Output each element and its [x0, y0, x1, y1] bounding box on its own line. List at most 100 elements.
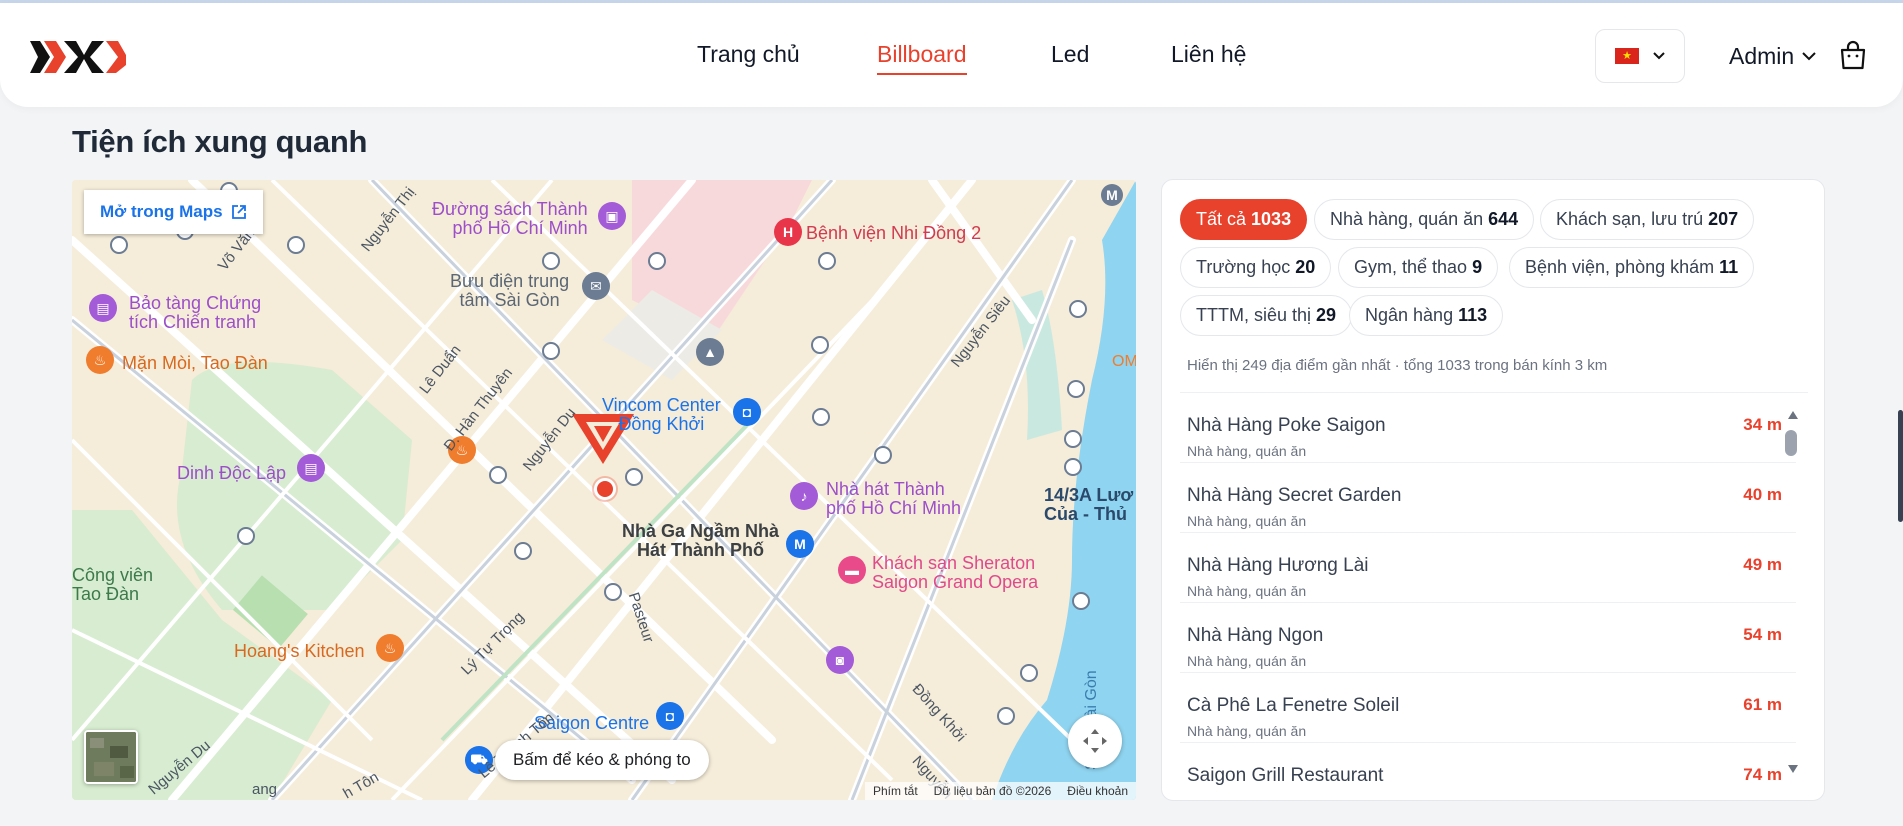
scroll-down-arrow-icon[interactable]	[1787, 764, 1799, 774]
nav-lien-he[interactable]: Liên hệ	[1171, 41, 1246, 68]
language-selector[interactable]: ★	[1595, 29, 1685, 83]
map-label: Khách sạn Sheraton Saigon Grand Opera	[872, 553, 1039, 592]
section-title: Tiện ích xung quanh	[72, 124, 368, 159]
filter-chip-hotel[interactable]: Khách sạn, lưu trú 207	[1540, 199, 1755, 240]
bus-stop-icon[interactable]	[1064, 458, 1082, 476]
filter-chip-mall[interactable]: TTTM, siêu thị 29	[1180, 295, 1353, 336]
theater-icon[interactable]: ♪	[790, 482, 818, 510]
bus-stop-icon[interactable]	[287, 236, 305, 254]
knx-logo[interactable]	[30, 35, 126, 75]
drag-zoom-hint[interactable]: Bấm để kéo & phóng to	[495, 740, 709, 780]
map-label: Bưu điện trung tâm Sài Gòn	[450, 271, 570, 310]
map-label: Bệnh viện Nhi Đồng 2	[806, 223, 982, 243]
bus-stop-icon[interactable]	[237, 527, 255, 545]
restaurant-icon[interactable]: ♨	[86, 346, 114, 374]
bus-stop-icon[interactable]	[1067, 380, 1085, 398]
hospital-icon[interactable]: H	[774, 218, 802, 246]
bus-stop-icon[interactable]	[489, 466, 507, 484]
nav-billboard[interactable]: Billboard	[877, 41, 967, 75]
page-scrollbar-thumb[interactable]	[1898, 410, 1903, 522]
nav-trang-chu[interactable]: Trang chủ	[697, 41, 800, 68]
bus-stop-icon[interactable]	[542, 252, 560, 270]
place-row[interactable]: Saigon Grill Restaurant 74 m	[1180, 743, 1796, 793]
external-link-icon	[231, 205, 246, 219]
place-category: Nhà hàng, quán ăn	[1187, 583, 1307, 599]
restaurant-icon[interactable]: ♨	[376, 634, 404, 662]
place-category: Nhà hàng, quán ăn	[1187, 723, 1307, 739]
satellite-thumbnail-icon	[86, 732, 136, 782]
open-in-maps-button[interactable]: Mở trong Maps	[84, 190, 263, 234]
bus-stop-icon[interactable]	[812, 408, 830, 426]
open-in-maps-label: Mở trong Maps	[100, 202, 223, 221]
map-label: Bảo tàng Chứng tích Chiến tranh	[129, 293, 262, 332]
places-list[interactable]: Nhà Hàng Poke Saigon Nhà hàng, quán ăn 3…	[1180, 393, 1796, 793]
filter-chip-all[interactable]: Tất cả 1033	[1180, 199, 1308, 240]
bus-stop-icon[interactable]	[1069, 300, 1087, 318]
user-label: Admin	[1729, 43, 1795, 69]
bus-stop-icon[interactable]	[874, 446, 892, 464]
school-icon[interactable]: ▲	[696, 338, 724, 366]
filter-chip-hospital[interactable]: Bệnh viện, phòng khám 11	[1509, 247, 1755, 288]
bus-stop-icon[interactable]	[514, 542, 532, 560]
metro-station-icon[interactable]: M	[786, 530, 814, 558]
place-name: Cà Phê La Fenetre Soleil	[1187, 695, 1400, 716]
map-label: Công viên Tao Đàn	[72, 565, 154, 604]
keyboard-shortcuts-link[interactable]: Phím tắt	[873, 784, 918, 798]
bus-stop-icon[interactable]	[811, 336, 829, 354]
filter-chip-restaurant[interactable]: Nhà hàng, quán ăn 644	[1314, 199, 1535, 240]
street-label: ang	[252, 781, 278, 798]
filter-chip-school[interactable]: Trường học 20	[1180, 247, 1332, 288]
bus-stop-icon[interactable]	[648, 252, 666, 270]
bus-stop-icon[interactable]	[818, 252, 836, 270]
map-view[interactable]: ▣ H ✉ ▤ ♨ ▲ ◘ ♨ ▤ ♪ M ▬ ♨ ◙ ◘ ⛟ M Đường …	[72, 180, 1136, 800]
filter-chip-gym[interactable]: Gym, thể thao 9	[1338, 247, 1499, 288]
bus-stop-icon[interactable]	[1072, 592, 1090, 610]
bus-stop-icon[interactable]	[542, 342, 560, 360]
vn-flag-icon: ★	[1615, 48, 1639, 64]
scroll-up-arrow-icon[interactable]	[1787, 410, 1799, 420]
chip-count: 1033	[1251, 209, 1292, 229]
map-label: Mặn Mòi, Tao Đàn	[122, 353, 268, 373]
chip-count: 644	[1488, 209, 1519, 229]
map-label: Dinh Độc Lập	[177, 463, 287, 483]
map-attribution: Phím tắt Dữ liệu bản đồ ©2026 Điều khoản	[864, 782, 1136, 800]
chip-label: Bệnh viện, phòng khám	[1525, 257, 1715, 277]
bus-stop-icon[interactable]	[110, 236, 128, 254]
chip-label: TTTM, siêu thị	[1196, 305, 1312, 325]
map-pan-control[interactable]	[1068, 714, 1122, 768]
museum-icon[interactable]: ▤	[89, 294, 117, 322]
filter-chip-bank[interactable]: Ngân hàng 113	[1349, 295, 1504, 336]
hotel-icon[interactable]: ▬	[838, 556, 866, 584]
post-office-icon[interactable]: ✉	[582, 272, 610, 300]
landmark-icon[interactable]: ▤	[297, 454, 325, 482]
chip-label: Trường học	[1196, 257, 1291, 277]
place-row[interactable]: Nhà Hàng Ngon Nhà hàng, quán ăn 54 m	[1180, 603, 1796, 673]
list-scrollbar-thumb[interactable]	[1785, 430, 1797, 456]
shopping-icon[interactable]: ◘	[733, 398, 761, 426]
bus-stop-icon[interactable]	[625, 468, 643, 486]
bus-stop-icon[interactable]	[997, 707, 1015, 725]
bookstore-icon[interactable]: ▣	[598, 202, 626, 230]
place-name: Nhà Hàng Secret Garden	[1187, 485, 1402, 506]
chip-label: Nhà hàng, quán ăn	[1330, 209, 1484, 229]
place-distance: 54 m	[1743, 625, 1782, 644]
place-distance: 74 m	[1743, 765, 1782, 784]
nav-led[interactable]: Led	[1051, 41, 1089, 68]
place-row[interactable]: Nhà Hàng Hương Lài Nhà hàng, quán ăn 49 …	[1180, 533, 1796, 603]
user-menu[interactable]: Admin	[1729, 43, 1816, 70]
place-row[interactable]: Cà Phê La Fenetre Soleil Nhà hàng, quán …	[1180, 673, 1796, 743]
shopping-icon[interactable]: ◘	[656, 702, 684, 730]
bus-stop-icon[interactable]	[1064, 430, 1082, 448]
satellite-layer-toggle[interactable]	[84, 730, 138, 784]
chip-label: Khách sạn, lưu trú	[1556, 209, 1704, 229]
place-row[interactable]: Nhà Hàng Poke Saigon Nhà hàng, quán ăn 3…	[1180, 393, 1796, 463]
shopping-bag-icon[interactable]	[1838, 39, 1868, 71]
bus-stop-icon[interactable]	[1020, 664, 1038, 682]
place-row[interactable]: Nhà Hàng Secret Garden Nhà hàng, quán ăn…	[1180, 463, 1796, 533]
chip-label: Tất cả	[1196, 209, 1247, 229]
camera-icon[interactable]: ◙	[826, 646, 854, 674]
results-summary: Hiển thị 249 địa điểm gần nhất · tổng 10…	[1187, 357, 1608, 374]
metro-station-icon[interactable]: M	[1101, 184, 1123, 206]
bus-stop-icon[interactable]	[604, 583, 622, 601]
terms-link[interactable]: Điều khoản	[1067, 784, 1128, 798]
